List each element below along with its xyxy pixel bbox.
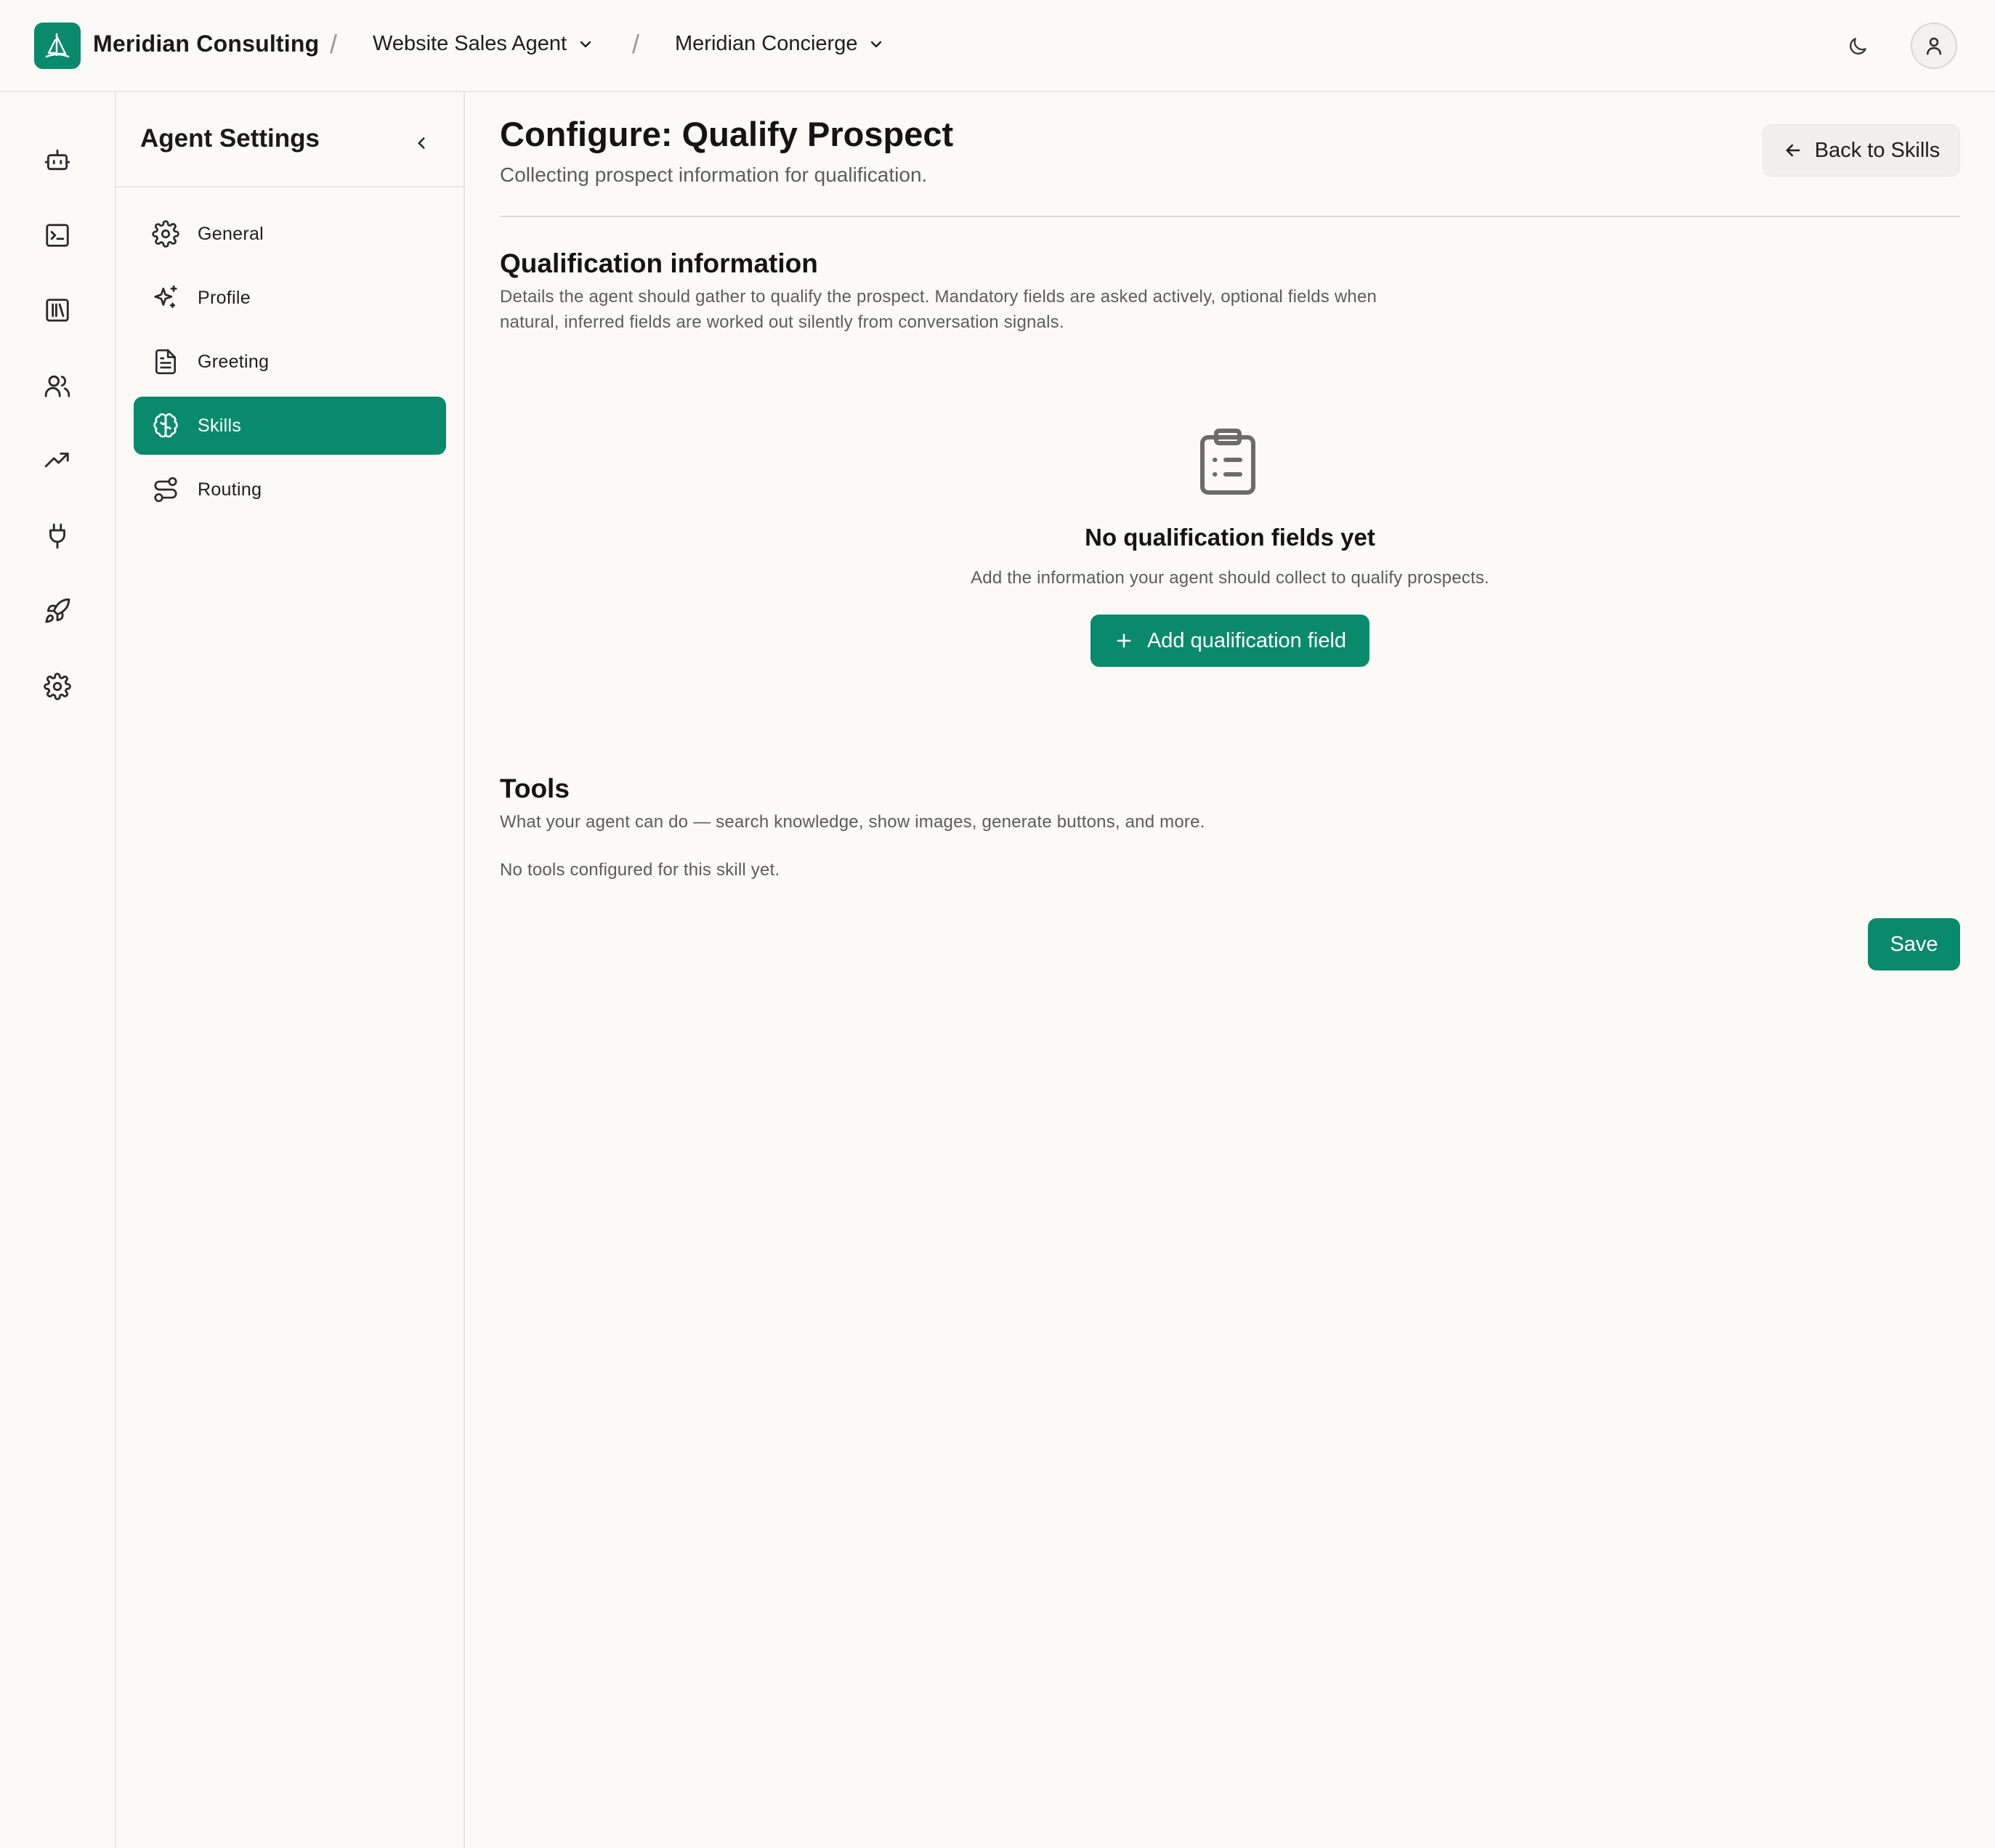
document-icon: [151, 347, 180, 376]
robot-icon: [44, 149, 70, 171]
chevron-left-icon: [418, 137, 425, 149]
qualification-section-title: Qualification information: [500, 248, 818, 278]
sidebar-item-label: Skills: [198, 415, 242, 436]
collapse-sidebar-button[interactable]: [405, 127, 437, 159]
tools-section-desc: What your agent can do — search knowledg…: [500, 812, 1205, 832]
qualification-section-desc-line1: Details the agent should gather to quali…: [500, 287, 1377, 307]
sparkles-icon: [151, 283, 180, 312]
icon-rail: [0, 92, 116, 1848]
settings-sidebar-title: Agent Settings: [140, 124, 320, 153]
users-icon: [44, 375, 70, 397]
plug-icon: [49, 523, 65, 549]
rail-deploy-button[interactable]: [38, 591, 77, 631]
page-subtitle: Collecting prospect information for qual…: [500, 163, 928, 186]
rail-contacts-button[interactable]: [38, 366, 77, 405]
back-button-label: Back to Skills: [1814, 138, 1941, 162]
rail-library-button[interactable]: [38, 291, 77, 330]
tools-section-title: Tools: [500, 774, 570, 803]
empty-state-title: No qualification fields yet: [1085, 524, 1375, 551]
sidebar-item-skills[interactable]: Skills: [134, 397, 446, 455]
header-divider: [500, 216, 1960, 217]
library-icon: [46, 299, 69, 322]
user-avatar-button[interactable]: [1911, 23, 1957, 69]
sidebar-item-label: Routing: [198, 479, 262, 500]
agent-selector-label: Website Sales Agent: [373, 32, 567, 55]
sidebar-item-label: General: [198, 223, 264, 244]
rail-settings-button[interactable]: [38, 667, 77, 706]
breadcrumb-separator: /: [632, 29, 640, 59]
add-qualification-field-button[interactable]: Add qualification field: [1090, 615, 1369, 667]
theme-toggle-button[interactable]: [1841, 30, 1874, 63]
back-to-skills-button[interactable]: Back to Skills: [1763, 124, 1960, 177]
moon-icon: [1850, 38, 1866, 54]
route-icon: [151, 475, 180, 504]
tools-empty-text: No tools configured for this skill yet.: [500, 860, 780, 880]
settings-gear-icon: [44, 673, 71, 700]
chevron-down-icon: [580, 41, 591, 47]
rail-agents-button[interactable]: [38, 140, 77, 179]
chevron-down-icon: [871, 41, 882, 47]
breadcrumb-separator: /: [330, 29, 338, 59]
rail-analytics-button[interactable]: [38, 441, 77, 480]
main-content: Configure: Qualify Prospect Collecting p…: [465, 92, 1995, 1848]
persona-selector[interactable]: Meridian Concierge: [675, 32, 885, 56]
brand-logo-icon[interactable]: [34, 23, 81, 69]
persona-selector-label: Meridian Concierge: [675, 32, 858, 55]
rail-console-button[interactable]: [38, 216, 77, 255]
plus-icon: [1117, 633, 1131, 648]
clipboard-list-icon: [1200, 429, 1255, 495]
qualification-section-desc-line2: natural, inferred fields are worked out …: [500, 312, 1064, 332]
settings-sidebar: Agent Settings General Profile Greeting …: [116, 92, 465, 1848]
sidebar-item-general[interactable]: General: [134, 205, 446, 263]
sidebar-item-greeting[interactable]: Greeting: [134, 333, 446, 391]
user-icon: [1927, 37, 1941, 55]
trending-up-icon: [44, 453, 69, 468]
save-button[interactable]: Save: [1868, 918, 1960, 970]
rail-integrations-button[interactable]: [38, 516, 77, 556]
org-name[interactable]: Meridian Consulting: [93, 31, 319, 57]
rocket-icon: [45, 598, 70, 623]
settings-sidebar-header: Agent Settings: [116, 92, 464, 187]
add-qualification-field-label: Add qualification field: [1146, 628, 1347, 652]
top-bar: Meridian Consulting / Website Sales Agen…: [0, 0, 1995, 92]
sidebar-item-profile[interactable]: Profile: [134, 269, 446, 327]
gear-icon: [151, 219, 180, 248]
empty-state-desc: Add the information your agent should co…: [971, 568, 1489, 588]
terminal-icon: [46, 224, 69, 247]
brain-icon: [151, 411, 180, 440]
sidebar-item-label: Greeting: [198, 351, 270, 372]
sidebar-item-routing[interactable]: Routing: [134, 461, 446, 519]
arrow-left-icon: [1786, 144, 1800, 157]
agent-selector[interactable]: Website Sales Agent: [373, 32, 594, 56]
page-title: Configure: Qualify Prospect: [500, 115, 954, 153]
sidebar-item-label: Profile: [198, 287, 251, 308]
